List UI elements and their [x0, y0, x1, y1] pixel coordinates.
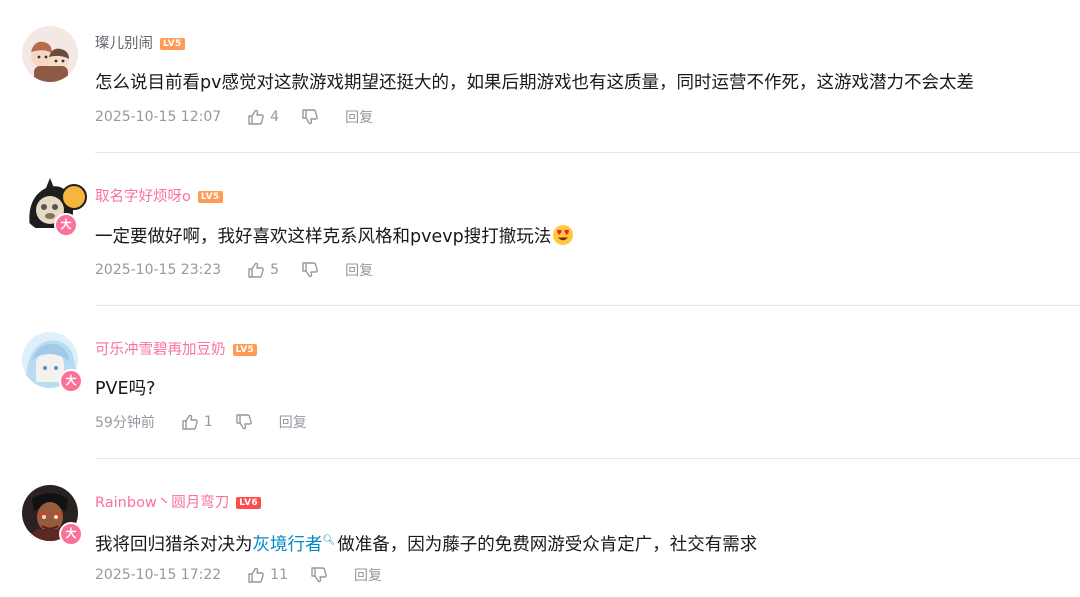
level-badge: LV6	[236, 497, 261, 509]
dislike-button[interactable]	[310, 566, 328, 584]
level-badge: LV5	[197, 191, 223, 203]
comment-time: 2025-10-15 12:07	[95, 109, 222, 125]
thumbs-down-icon	[236, 414, 252, 430]
thumbs-down-icon	[302, 262, 318, 278]
like-button[interactable]: 4	[247, 108, 279, 126]
comment-item: 大 取名字好烦呀o LV5 一定要做好啊，我好喜欢这样克系风格和pvevp搜打撤…	[0, 153, 1080, 306]
comment-text-after: 做准备，因为藤子的免费网游受众肯定广，社交有需求	[337, 534, 758, 555]
dislike-button[interactable]	[301, 108, 319, 126]
level-badge: LV5	[160, 38, 185, 50]
like-button[interactable]: 5	[247, 261, 279, 279]
reply-button[interactable]: 回复	[279, 412, 307, 432]
like-count: 4	[270, 109, 280, 125]
thumbs-down-icon	[302, 109, 318, 125]
reply-button[interactable]: 回复	[345, 107, 373, 127]
like-button[interactable]: 1	[181, 413, 213, 431]
vip-badge: 大	[59, 369, 83, 393]
user-info: 璨儿别闹 LV5	[95, 34, 185, 54]
comment-text-before: 我将回归猎杀对决为	[95, 534, 253, 555]
like-count: 11	[270, 567, 288, 583]
thumbs-up-icon	[248, 109, 264, 125]
comment-meta: 2025-10-15 23:23 5 回复	[95, 260, 373, 280]
topic-link[interactable]: 灰境行者	[253, 535, 323, 555]
username[interactable]: Rainbow丶圆月弯刀	[95, 493, 229, 513]
like-count: 1	[203, 414, 213, 430]
like-count: 5	[270, 262, 280, 278]
comment-time: 2025-10-15 23:23	[95, 262, 222, 278]
comment-item: 大 可乐冲雪碧再加豆奶 LV5 PVE吗? 59分钟前 1 回复	[0, 306, 1080, 459]
thumbs-up-icon	[248, 262, 264, 278]
comment-text: 一定要做好啊，我好喜欢这样克系风格和pvevp搜打撤玩法	[95, 224, 574, 249]
user-info: Rainbow丶圆月弯刀 LV6	[95, 493, 261, 513]
user-info: 可乐冲雪碧再加豆奶 LV5	[95, 340, 258, 360]
thumbs-down-icon	[311, 567, 327, 583]
user-info: 取名字好烦呀o LV5	[95, 187, 223, 207]
search-icon[interactable]: 🔍︎	[323, 535, 336, 546]
comment-text: PVE吗?	[95, 379, 156, 399]
comment-time: 2025-10-15 17:22	[95, 567, 222, 583]
comment-text: 我将回归猎杀对决为灰境行者🔍︎ 做准备，因为藤子的免费网游受众肯定广，社交有需求	[95, 529, 757, 557]
comment-meta: 2025-10-15 17:22 11 回复	[95, 565, 382, 585]
avatar[interactable]	[22, 26, 78, 82]
thumbs-up-icon	[248, 567, 264, 583]
reply-button[interactable]: 回复	[354, 565, 382, 585]
comment-text: 怎么说目前看pv感觉对这款游戏期望还挺大的，如果后期游戏也有这质量，同时运营不作…	[95, 73, 974, 93]
dislike-button[interactable]	[235, 413, 253, 431]
pendant-ring-icon	[61, 184, 87, 210]
like-button[interactable]: 11	[247, 566, 288, 584]
comment-text-body: 一定要做好啊，我好喜欢这样克系风格和pvevp搜打撤玩法	[95, 227, 552, 247]
heart-eyes-emoji-icon	[552, 224, 574, 246]
username[interactable]: 取名字好烦呀o	[95, 187, 191, 207]
vip-badge: 大	[59, 522, 83, 546]
comment-meta: 2025-10-15 12:07 4 回复	[95, 107, 373, 127]
username[interactable]: 璨儿别闹	[95, 34, 153, 54]
dislike-button[interactable]	[301, 261, 319, 279]
level-badge: LV5	[232, 344, 258, 356]
username[interactable]: 可乐冲雪碧再加豆奶	[95, 340, 226, 360]
thumbs-up-icon	[182, 414, 198, 430]
comment-item: 大 Rainbow丶圆月弯刀 LV6 我将回归猎杀对决为灰境行者🔍︎ 做准备，因为…	[0, 459, 1080, 597]
reply-button[interactable]: 回复	[345, 260, 373, 280]
comment-meta: 59分钟前 1 回复	[95, 412, 307, 432]
comment-item: 璨儿别闹 LV5 怎么说目前看pv感觉对这款游戏期望还挺大的，如果后期游戏也有这…	[0, 0, 1080, 153]
vip-badge: 大	[54, 213, 78, 237]
comment-time: 59分钟前	[95, 415, 155, 431]
